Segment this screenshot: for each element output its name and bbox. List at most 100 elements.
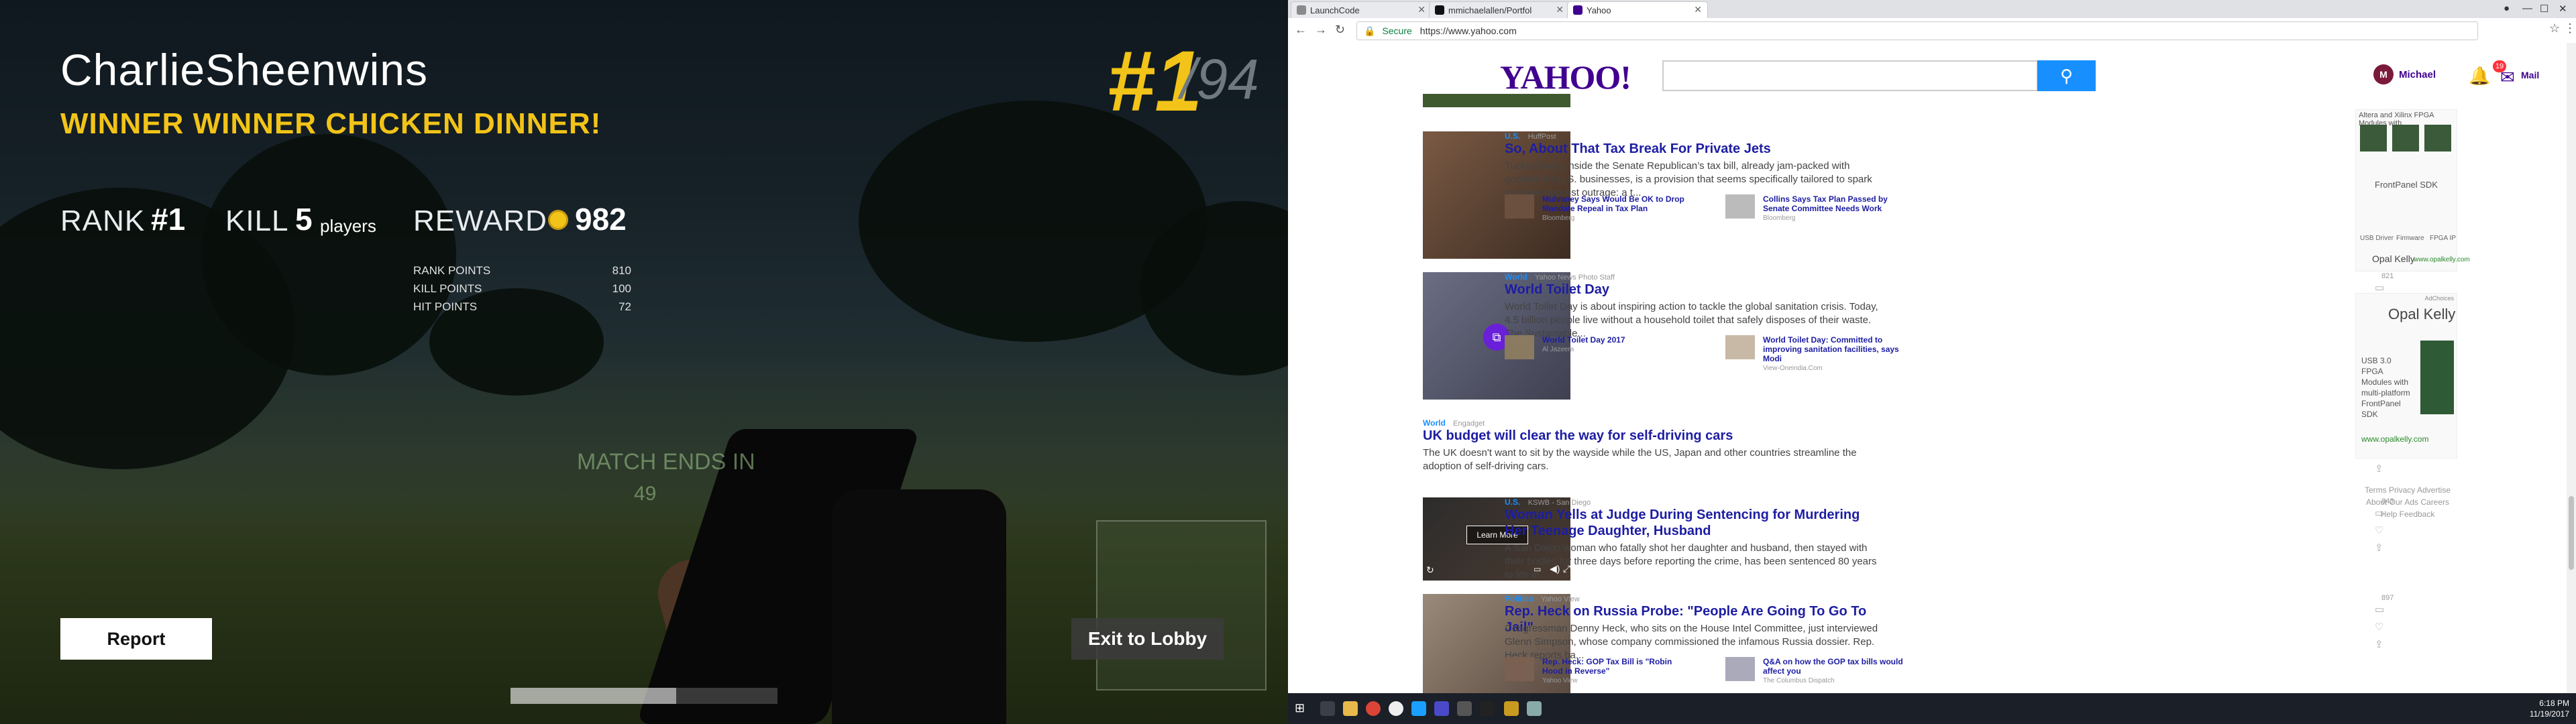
story-thumbnail[interactable] — [1423, 94, 1570, 107]
related-thumbnail — [1505, 194, 1534, 219]
related-thumbnail — [1725, 194, 1755, 219]
story-title[interactable]: World Toilet Day — [1505, 282, 1880, 298]
heart-icon[interactable]: ♡ — [2375, 524, 2383, 536]
url-input[interactable]: 🔒 Secure https://www.yahoo.com — [1356, 21, 2478, 40]
notifications-bell-icon[interactable]: 🔔 — [2469, 66, 2490, 86]
points-value: 810 — [612, 264, 631, 277]
kill-unit: players — [320, 216, 376, 236]
user-menu[interactable]: M Michael — [2373, 64, 2436, 84]
story-description: Tucked away inside the Senate Republican… — [1505, 160, 1872, 198]
kill-value: 5 — [295, 202, 313, 237]
ad-url[interactable]: www.opalkelly.com — [2414, 256, 2470, 263]
app-icon[interactable] — [1480, 701, 1495, 716]
tab-github[interactable]: mmichaelallen/Portfol ✕ — [1429, 1, 1570, 18]
close-icon[interactable]: ✕ — [1417, 4, 1426, 15]
search-icon: ⚲ — [2059, 65, 2074, 86]
forward-arrow-icon[interactable]: → — [1315, 23, 1327, 37]
total-players: /94 — [1181, 48, 1259, 111]
report-button[interactable]: Report — [60, 618, 212, 660]
adchoices-label[interactable]: AdChoices — [2424, 295, 2454, 302]
related-title[interactable]: World Toilet Day: Committed to improving… — [1763, 335, 1911, 363]
user-name: Michael — [2399, 68, 2436, 80]
task-view-icon[interactable] — [1320, 701, 1335, 716]
exit-to-lobby-button[interactable]: Exit to Lobby — [1071, 618, 1224, 660]
story-description: World Toilet Day is about inspiring acti… — [1505, 301, 1878, 339]
github-desktop-icon[interactable] — [1389, 701, 1403, 716]
ad-body: USB 3.0 FPGA Modules with multi-platform… — [2361, 356, 2410, 419]
pubg-icon[interactable] — [1504, 701, 1519, 716]
category-label[interactable]: Politics — [1505, 594, 1534, 603]
star-icon[interactable]: ☆ — [2549, 21, 2560, 36]
related-source: View-Oneindia.Com — [1763, 365, 1823, 372]
mail-icon[interactable]: ✉ — [2500, 67, 2515, 88]
close-icon[interactable]: ✕ — [1556, 4, 1564, 15]
scrollbar-thumb[interactable] — [2569, 496, 2574, 570]
ad-url[interactable]: www.opalkelly.com — [2361, 434, 2428, 444]
advertisement[interactable]: Altera and Xilinx FPGA Modules with Fron… — [2355, 109, 2470, 272]
share-icon[interactable]: ⇪ — [2375, 638, 2383, 650]
related-source: Bloomberg — [1763, 215, 1796, 222]
category-label[interactable]: U.S. — [1505, 497, 1520, 507]
search-button[interactable]: ⚲ — [2037, 60, 2096, 91]
secure-lock-icon: 🔒 — [1364, 25, 1376, 36]
tab-yahoo[interactable]: Yahoo ✕ — [1567, 1, 1708, 18]
points-row: HIT POINTS 72 — [413, 300, 631, 314]
comment-icon[interactable]: ▭ — [2375, 282, 2384, 294]
scrollbar[interactable] — [2567, 43, 2576, 693]
chrome-icon[interactable] — [1366, 701, 1381, 716]
back-arrow-icon[interactable]: ← — [1295, 23, 1307, 37]
file-explorer-icon[interactable] — [1343, 701, 1358, 716]
maximize-icon[interactable]: ☐ — [2540, 3, 2548, 15]
source-label: Yahoo News Photo Staff — [1535, 274, 1615, 282]
user-profile-icon[interactable]: ● — [2504, 3, 2510, 14]
footer-links[interactable]: Terms Privacy Advertise About Our Ads Ca… — [2364, 484, 2451, 520]
advertisement[interactable]: AdChoices Opal Kelly USB 3.0 FPGA Module… — [2355, 293, 2457, 459]
category-label[interactable]: World — [1505, 272, 1527, 282]
related-source: The Columbus Dispatch — [1763, 677, 1835, 684]
close-window-icon[interactable]: ✕ — [2559, 3, 2567, 15]
story-title[interactable]: So, About That Tax Break For Private Jet… — [1505, 141, 1880, 157]
yahoo-favicon-icon — [1573, 5, 1582, 15]
taskbar-date[interactable]: 11/19/2017 — [2522, 709, 2569, 719]
windows-start-icon[interactable]: ⊞ — [1295, 701, 1309, 716]
yahoo-logo[interactable]: YAHOO! — [1500, 58, 1631, 97]
related-title[interactable]: Q&A on how the GOP tax bills would affec… — [1763, 657, 1911, 676]
comment-icon[interactable]: ▭ — [2375, 603, 2384, 615]
heart-icon[interactable]: ♡ — [2375, 621, 2383, 633]
share-icon[interactable]: ⇪ — [2375, 463, 2383, 475]
taskbar-time[interactable]: 6:18 PM — [2522, 699, 2569, 708]
story-title[interactable]: Woman Yells at Judge During Sentencing f… — [1505, 507, 1880, 539]
story-category: World Yahoo News Photo Staff — [1505, 272, 1615, 282]
reload-icon[interactable]: ↻ — [1335, 23, 1345, 37]
steam-icon[interactable] — [1411, 701, 1426, 716]
tab-strip: LaunchCode ✕ mmichaelallen/Portfol ✕ Yah… — [1288, 0, 2576, 18]
replay-icon[interactable]: ↻ — [1426, 564, 1434, 576]
health-bar — [511, 688, 777, 704]
category-label[interactable]: World — [1423, 418, 1446, 428]
related-title[interactable]: Mulvaney Says Would Be OK to Drop Mandat… — [1542, 194, 1690, 213]
comment-count: 897 — [2381, 594, 2394, 602]
app-icon[interactable] — [1434, 701, 1449, 716]
ad-product: FrontPanel SDK — [2375, 180, 2438, 190]
mail-label[interactable]: Mail — [2521, 70, 2539, 80]
points-row: KILL POINTS 100 — [413, 282, 631, 296]
ad-item: FPGA IP — [2430, 235, 2456, 242]
app-icon[interactable] — [1527, 701, 1542, 716]
story-title[interactable]: UK budget will clear the way for self-dr… — [1423, 428, 1879, 444]
related-title[interactable]: Rep. Heck: GOP Tax Bill is "Robin Hood i… — [1542, 657, 1690, 676]
ad-item: Firmware — [2396, 235, 2424, 242]
share-icon[interactable]: ⇪ — [2375, 542, 2383, 554]
source-label: HuffPost — [1527, 133, 1556, 141]
minimize-icon[interactable]: — — [2522, 3, 2532, 14]
related-title[interactable]: Collins Says Tax Plan Passed by Senate C… — [1763, 194, 1911, 213]
related-source: Al Jazeera — [1542, 346, 1574, 353]
menu-icon[interactable]: ⋮ — [2564, 21, 2576, 36]
app-icon[interactable] — [1457, 701, 1472, 716]
category-label[interactable]: U.S. — [1505, 131, 1520, 141]
story-category: U.S. HuffPost — [1505, 131, 1556, 141]
match-ends-label: MATCH ENDS IN — [577, 449, 755, 475]
search-input[interactable] — [1662, 60, 2038, 91]
close-icon[interactable]: ✕ — [1694, 4, 1702, 15]
related-title[interactable]: World Toilet Day 2017 — [1542, 335, 1690, 345]
tab-launchcode[interactable]: LaunchCode ✕ — [1291, 1, 1432, 18]
